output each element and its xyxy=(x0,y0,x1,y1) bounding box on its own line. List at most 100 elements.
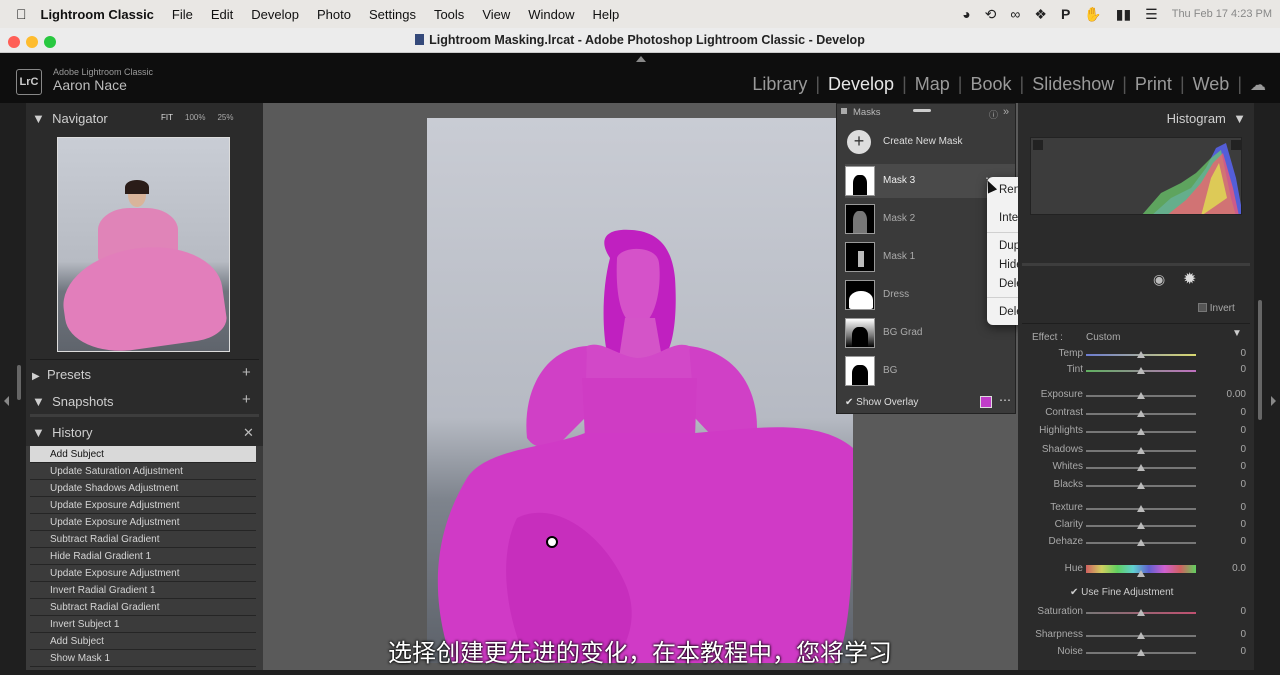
presets-header[interactable]: ▶ Presets xyxy=(32,367,91,382)
create-new-mask-button[interactable]: + Create New Mask xyxy=(845,130,1010,156)
slider-value[interactable]: 0 xyxy=(1206,519,1246,530)
slider-knob[interactable] xyxy=(1137,539,1145,546)
add-preset-icon[interactable]: + xyxy=(242,364,251,381)
history-item[interactable]: Update Exposure Adjustment xyxy=(30,514,256,531)
right-scrollbar[interactable] xyxy=(1258,300,1262,420)
module-map[interactable]: Map xyxy=(915,74,950,95)
zoom-25[interactable]: 25% xyxy=(217,113,233,122)
slider-value[interactable]: 0 xyxy=(1206,479,1246,490)
help-icon[interactable]: ⓘ xyxy=(989,108,998,121)
contrast-slider[interactable]: Contrast 0 xyxy=(1028,407,1248,423)
masking-tool-icon[interactable]: ✹ xyxy=(1183,269,1196,289)
slider-knob[interactable] xyxy=(1137,505,1145,512)
clarity-slider[interactable]: Clarity 0 xyxy=(1028,519,1248,535)
slider-value[interactable]: 0 xyxy=(1206,348,1246,359)
module-slideshow[interactable]: Slideshow xyxy=(1032,74,1114,95)
history-item[interactable]: Update Shadows Adjustment xyxy=(30,480,256,497)
control-center-icon[interactable]: ☰ xyxy=(1145,6,1158,23)
blacks-slider[interactable]: Blacks 0 xyxy=(1028,479,1248,495)
slider-value[interactable]: 0 xyxy=(1206,606,1246,617)
overlay-color-swatch[interactable] xyxy=(980,396,992,408)
dropbox-icon[interactable]: ❖ xyxy=(1034,6,1047,23)
expand-icon[interactable]: » xyxy=(1003,106,1009,118)
close-window-button[interactable] xyxy=(8,36,20,48)
menubar-clock[interactable]: Thu Feb 17 4:23 PM xyxy=(1172,8,1272,20)
status-icon-p[interactable]: P xyxy=(1061,6,1070,22)
history-item[interactable]: Update Exposure Adjustment xyxy=(30,497,256,514)
clear-history-icon[interactable]: ✕ xyxy=(243,425,254,441)
slider-value[interactable]: 0 xyxy=(1206,364,1246,375)
slider-knob[interactable] xyxy=(1137,351,1145,358)
menu-edit[interactable]: Edit xyxy=(211,7,233,22)
navigator-header[interactable]: ▼ Navigator xyxy=(32,111,108,126)
minimize-window-button[interactable] xyxy=(26,36,38,48)
effect-collapse-icon[interactable]: ▼ xyxy=(1232,328,1242,339)
red-eye-tool-icon[interactable]: ◉ xyxy=(1153,271,1165,288)
history-item[interactable]: Update Saturation Adjustment xyxy=(30,463,256,480)
history-item[interactable]: Update Exposure Adjustment xyxy=(30,565,256,582)
snapshots-header[interactable]: ▼ Snapshots xyxy=(32,394,114,409)
menu-tools[interactable]: Tools xyxy=(434,7,464,22)
history-item[interactable]: Invert Subject 1 xyxy=(30,616,256,633)
effect-preset-dropdown[interactable]: Custom xyxy=(1086,332,1120,343)
slider-value[interactable]: 0 xyxy=(1206,444,1246,455)
slider-knob[interactable] xyxy=(1137,482,1145,489)
slider-knob[interactable] xyxy=(1137,609,1145,616)
zoom-window-button[interactable] xyxy=(44,36,56,48)
tint-slider[interactable]: Tint 0 xyxy=(1028,364,1248,380)
app-menu[interactable]: Lightroom Classic xyxy=(41,7,154,22)
menu-photo[interactable]: Photo xyxy=(317,7,351,22)
history-item[interactable]: Hide Radial Gradient 1 xyxy=(30,548,256,565)
menu-file[interactable]: File xyxy=(172,7,193,22)
exposure-slider[interactable]: Exposure 0.00 xyxy=(1028,389,1248,405)
slider-value[interactable]: 0 xyxy=(1206,407,1246,418)
slider-value[interactable]: 0 xyxy=(1206,461,1246,472)
history-item[interactable]: Invert Radial Gradient 1 xyxy=(30,582,256,599)
slider-value[interactable]: 0 xyxy=(1206,536,1246,547)
invert-checkbox[interactable]: Invert xyxy=(1198,303,1235,314)
slider-knob[interactable] xyxy=(1137,367,1145,374)
slider-knob[interactable] xyxy=(1137,428,1145,435)
apple-icon[interactable]:  xyxy=(16,6,27,22)
navigator-preview[interactable] xyxy=(57,137,230,352)
module-library[interactable]: Library xyxy=(752,74,807,95)
histogram-graph[interactable] xyxy=(1030,137,1242,215)
left-panel-toggle-icon[interactable] xyxy=(4,396,9,406)
status-icon-hand[interactable]: ✋ xyxy=(1084,6,1101,23)
add-snapshot-icon[interactable]: + xyxy=(242,391,251,408)
battery-icon[interactable]: ▮▮ xyxy=(1116,6,1131,23)
slider-knob[interactable] xyxy=(1137,392,1145,399)
slider-knob[interactable] xyxy=(1137,464,1145,471)
mask-item-bg[interactable]: BG xyxy=(845,354,1015,388)
module-web[interactable]: Web xyxy=(1193,74,1230,95)
menu-view[interactable]: View xyxy=(482,7,510,22)
module-develop[interactable]: Develop xyxy=(828,74,894,95)
menu-settings[interactable]: Settings xyxy=(369,7,416,22)
slider-knob[interactable] xyxy=(1137,522,1145,529)
right-panel-toggle-icon[interactable] xyxy=(1271,396,1276,406)
slider-knob[interactable] xyxy=(1137,410,1145,417)
slider-knob[interactable] xyxy=(1137,447,1145,454)
masks-grip-icon[interactable] xyxy=(841,108,847,114)
overlay-options-icon[interactable]: ⋯ xyxy=(999,393,1011,407)
slider-value[interactable]: 0 xyxy=(1206,425,1246,436)
cloud-icon[interactable]: ☁ xyxy=(1250,75,1266,95)
slider-value[interactable]: 0.00 xyxy=(1206,389,1246,400)
collapse-bar-icon[interactable] xyxy=(913,109,931,112)
module-book[interactable]: Book xyxy=(970,74,1011,95)
highlights-slider[interactable]: Highlights 0 xyxy=(1028,425,1248,441)
history-item[interactable]: Subtract Radial Gradient xyxy=(30,599,256,616)
photo-with-mask-overlay[interactable] xyxy=(427,118,853,663)
creative-cloud-icon[interactable]: ∞ xyxy=(1010,6,1020,22)
slider-value[interactable]: 0.0 xyxy=(1206,563,1246,574)
history-item[interactable]: Add Subject xyxy=(30,446,256,463)
saturation-slider[interactable]: Saturation 0 xyxy=(1028,606,1248,622)
temp-slider[interactable]: Temp 0 xyxy=(1028,348,1248,364)
histogram-header[interactable]: Histogram ▼ xyxy=(1167,111,1246,126)
module-print[interactable]: Print xyxy=(1135,74,1172,95)
history-header[interactable]: ▼ History xyxy=(32,425,93,440)
zoom-fit[interactable]: FIT xyxy=(161,113,173,122)
slider-value[interactable]: 0 xyxy=(1206,502,1246,513)
history-item[interactable]: Subtract Radial Gradient xyxy=(30,531,256,548)
use-fine-adjustment-checkbox[interactable]: ✔ Use Fine Adjustment xyxy=(1070,587,1173,598)
